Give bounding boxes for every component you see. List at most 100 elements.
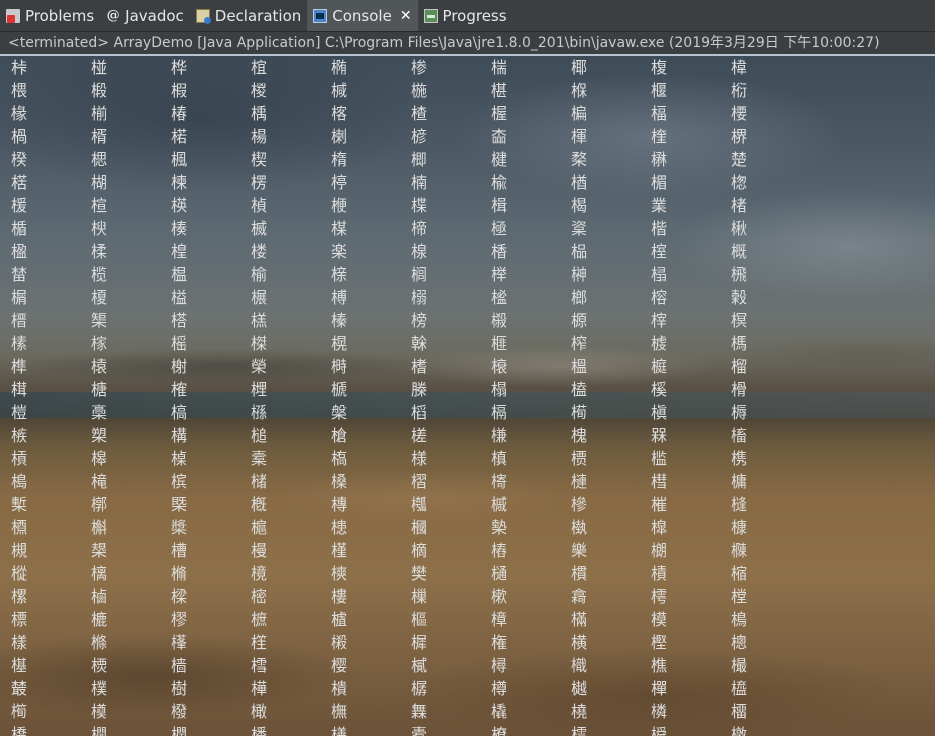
console-char: 楟 (331, 173, 348, 192)
console-char: 楄 (571, 104, 588, 123)
console-char: 榻 (491, 380, 508, 399)
console-output-line: 樭 樮 樯 樰 樱 樲 樳 樴 樵 樶 (0, 654, 935, 677)
console-char: 橀 (731, 679, 748, 698)
console-char: 楍 (491, 127, 508, 146)
console-char: 榏 (171, 288, 188, 307)
console-char: 樟 (491, 610, 508, 629)
console-char: 槬 (411, 495, 428, 514)
console-char: 榕 (651, 288, 668, 307)
console-char: 榣 (171, 334, 188, 353)
console-char: 楉 (171, 127, 188, 146)
console-output-line: 樣 樤 樥 樦 樧 樨 権 横 樫 樬 (0, 631, 935, 654)
console-char: 槰 (731, 495, 748, 514)
tab-javadoc[interactable]: @ Javadoc (100, 0, 190, 31)
console-char: 榩 (651, 334, 668, 353)
console-char: 榛 (331, 311, 348, 330)
console-char: 槀 (91, 403, 108, 422)
console-output-line: 楥 楦 楧 楨 楩 楪 楫 楬 業 楮 (0, 194, 935, 217)
console-char: 楁 (331, 104, 348, 123)
console-char: 槐 (571, 426, 588, 445)
console-char: 楮 (731, 196, 748, 215)
console-char: 榪 (731, 334, 748, 353)
console-char: 楏 (651, 127, 668, 146)
console-char: 樜 (251, 610, 268, 629)
console-output-line: 楑 楒 楓 楔 楕 楖 楗 楘 楙 楚 (0, 148, 935, 171)
console-char: 榭 (171, 357, 188, 376)
console-char: 榚 (251, 311, 268, 330)
console-output[interactable]: 桛 椪 桦 椬 椭 椮 椯 椰 椱 椲椳 椴 椵 椶 椷 椸 椹 椺 椻 椼椽 椾 椿 楀 楁 楂 楃 楄 楅 楆楇 楈 楉 楊 楋 楌 楍 楎 楏 楐… (0, 56, 935, 736)
console-char: 槯 (651, 495, 668, 514)
console-char: 樱 (331, 656, 348, 675)
console-char: 樽 (491, 679, 508, 698)
console-char: 槝 (11, 472, 28, 491)
console-char: 楜 (91, 173, 108, 192)
console-char: 樘 (731, 587, 748, 606)
console-output-line: 榫 榬 榭 榮 榯 榰 榱 榲 榳 榴 (0, 355, 935, 378)
console-char: 橋 (11, 725, 28, 736)
console-char: 楠 (411, 173, 428, 192)
console-char: 楹 (11, 242, 28, 261)
console-char: 樶 (731, 656, 748, 675)
console-char: 槕 (171, 449, 188, 468)
tab-declaration[interactable]: Declaration (190, 0, 307, 31)
console-char: 槗 (331, 449, 348, 468)
console-char: 楯 (11, 219, 28, 238)
console-char: 槨 (91, 495, 108, 514)
console-char: 椻 (651, 81, 668, 100)
console-char: 榠 (731, 311, 748, 330)
console-char: 榝 (491, 311, 508, 330)
console-char: 樋 (491, 564, 508, 583)
console-char: 樔 (411, 587, 428, 606)
console-char: 楱 (171, 219, 188, 238)
console-char: 樓 (331, 587, 348, 606)
console-output-line: 槓 槔 槕 槖 槗 様 槙 槚 槛 槜 (0, 447, 935, 470)
console-char: 楽 (331, 242, 348, 261)
close-icon[interactable]: ✕ (400, 8, 412, 24)
console-char: 樣 (11, 633, 28, 652)
console-char: 椺 (571, 81, 588, 100)
console-char: 樎 (731, 564, 748, 583)
console-char: 樑 (171, 587, 188, 606)
console-char: 槏 (491, 426, 508, 445)
console-char: 樀 (411, 541, 428, 560)
console-character-grid: 桛 椪 桦 椬 椭 椮 椯 椰 椱 椲椳 椴 椵 椶 椷 椸 椹 椺 椻 椼椽 椾 椿 楀 楁 楂 楃 楄 楅 楆楇 楈 楉 楊 楋 楌 楍 楎 楏 楐… (0, 56, 935, 736)
console-char: 樚 (91, 610, 108, 629)
console-output-line: 榡 榢 榣 榤 榥 榦 榧 榨 榩 榪 (0, 332, 935, 355)
console-char: 樳 (491, 656, 508, 675)
console-char: 楣 (651, 173, 668, 192)
console-output-line: 椽 椾 椿 楀 楁 楂 楃 楄 楅 楆 (0, 102, 935, 125)
console-char: 榬 (91, 357, 108, 376)
console-char: 槄 (411, 403, 428, 422)
console-char: 楚 (731, 150, 748, 169)
console-char: 楓 (171, 150, 188, 169)
console-char: 楕 (331, 150, 348, 169)
console-char: 榁 (651, 242, 668, 261)
console-char: 槺 (731, 518, 748, 537)
console-char: 橃 (171, 702, 188, 721)
console-char: 槟 (171, 472, 188, 491)
tab-console[interactable]: Console ✕ (307, 0, 418, 31)
console-char: 槲 (91, 518, 108, 537)
console-char: 槠 (251, 472, 268, 491)
console-char: 榃 (11, 265, 28, 284)
declaration-icon (195, 8, 211, 24)
console-char: 榍 (11, 288, 28, 307)
console-output-line: 榃 榄 榅 榆 榇 榈 榉 榊 榋 榌 (0, 263, 935, 286)
console-char: 樵 (651, 656, 668, 675)
tab-progress[interactable]: Progress (418, 0, 513, 31)
console-char: 樞 (411, 610, 428, 629)
console-output-line: 楯 楰 楱 楲 楳 楴 極 楶 楷 楸 (0, 217, 935, 240)
console-output-line: 榍 榎 榏 榐 榑 榒 榓 榔 榕 榖 (0, 286, 935, 309)
javadoc-icon: @ (106, 7, 120, 23)
console-char: 槵 (331, 518, 348, 537)
console-char: 樒 (251, 587, 268, 606)
console-char: 槙 (491, 449, 508, 468)
console-char: 楅 (651, 104, 668, 123)
console-char: 槤 (571, 472, 588, 491)
console-char: 権 (491, 633, 508, 652)
console-char: 橈 (571, 702, 588, 721)
tab-problems[interactable]: Problems (0, 0, 100, 31)
console-char: 楈 (91, 127, 108, 146)
console-char: 樠 (571, 610, 588, 629)
console-char: 橒 (571, 725, 588, 736)
